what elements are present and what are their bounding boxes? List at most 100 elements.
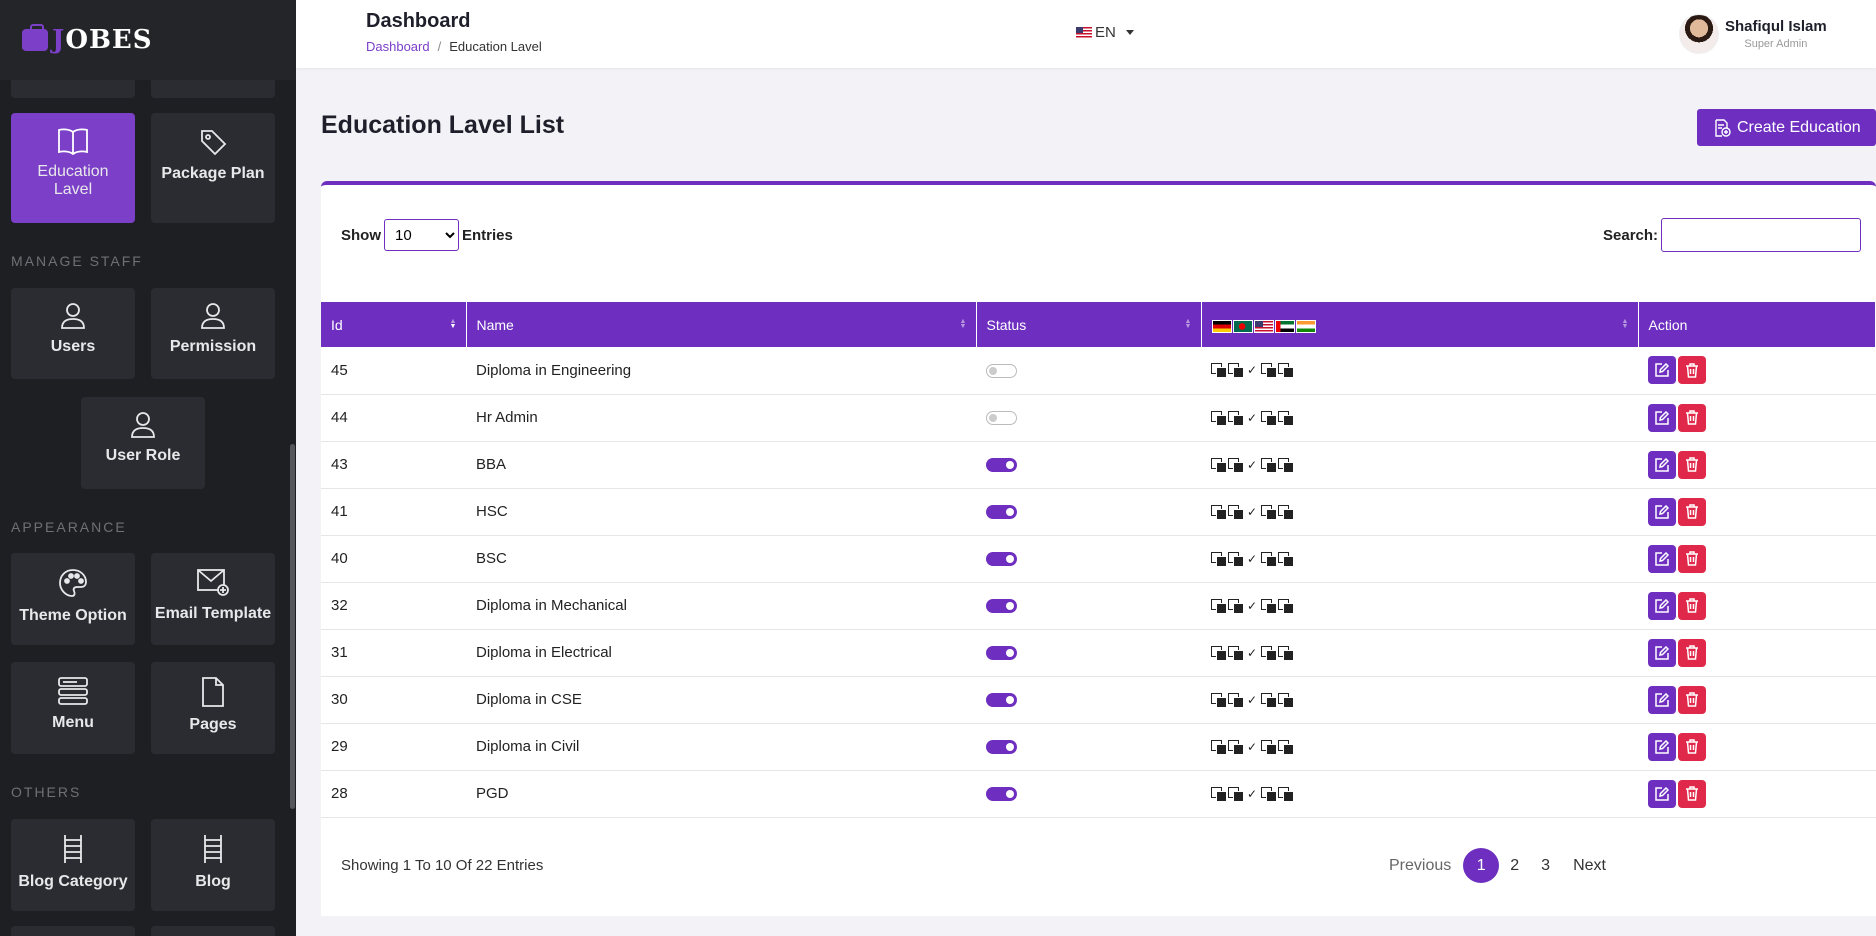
translate-icon[interactable] [1261, 504, 1278, 520]
translate-icon[interactable] [1211, 410, 1227, 426]
logo[interactable]: J OBES [22, 24, 153, 55]
status-toggle[interactable] [986, 740, 1017, 755]
translate-icon[interactable] [1278, 692, 1295, 708]
status-toggle[interactable] [986, 458, 1017, 473]
pagination-page-1[interactable]: 1 [1463, 848, 1500, 883]
column-header-name[interactable]: Name ▲ ▼ [466, 302, 977, 347]
translate-icon[interactable] [1261, 410, 1278, 426]
translate-icon[interactable] [1211, 692, 1227, 708]
delete-button[interactable] [1678, 450, 1706, 479]
edit-button[interactable] [1648, 356, 1676, 385]
translate-icon[interactable] [1228, 457, 1244, 473]
delete-button[interactable] [1678, 779, 1706, 808]
translate-icon[interactable] [1211, 504, 1227, 520]
delete-button[interactable] [1678, 544, 1706, 573]
edit-button[interactable] [1648, 638, 1676, 667]
translate-icon[interactable] [1278, 551, 1295, 567]
translate-icon[interactable] [1278, 363, 1295, 379]
translate-icon[interactable] [1228, 739, 1244, 755]
translate-icon[interactable] [1278, 739, 1295, 755]
translate-icon[interactable] [1261, 739, 1278, 755]
translate-icon[interactable] [1211, 739, 1227, 755]
translate-icon[interactable] [1261, 363, 1278, 379]
translate-icon[interactable] [1211, 551, 1227, 567]
translate-icon[interactable] [1211, 457, 1227, 473]
translate-icon[interactable] [1228, 692, 1244, 708]
sidebar-item-blog-category[interactable]: Blog Category [11, 819, 135, 911]
sidebar-tile-partial[interactable] [151, 80, 275, 98]
user-menu[interactable]: Shafiqul Islam Super Admin [1679, 14, 1827, 54]
edit-button[interactable] [1648, 497, 1676, 526]
edit-button[interactable] [1648, 544, 1676, 573]
delete-button[interactable] [1678, 497, 1706, 526]
search-input[interactable] [1661, 218, 1862, 252]
status-toggle[interactable] [986, 787, 1017, 802]
avatar[interactable] [1679, 14, 1719, 54]
translate-icon[interactable] [1228, 598, 1244, 614]
edit-button[interactable] [1648, 450, 1676, 479]
translate-icon[interactable] [1211, 786, 1227, 802]
sidebar-tile-partial[interactable] [11, 80, 135, 98]
sidebar-tile-partial[interactable] [11, 926, 135, 936]
status-toggle[interactable] [986, 363, 1017, 378]
sidebar-item-email-template[interactable]: Email Template [151, 553, 275, 645]
status-toggle[interactable] [986, 693, 1017, 708]
delete-button[interactable] [1678, 638, 1706, 667]
translate-icon[interactable] [1261, 786, 1278, 802]
translate-icon[interactable] [1261, 645, 1278, 661]
pagination-page-2[interactable]: 2 [1510, 857, 1519, 875]
sidebar-item-package-plan[interactable]: Package Plan [151, 113, 275, 223]
translate-icon[interactable] [1211, 363, 1227, 379]
status-toggle[interactable] [986, 646, 1017, 661]
translate-icon[interactable] [1228, 504, 1244, 520]
sidebar-item-education-lavel[interactable]: Education Lavel [11, 113, 135, 223]
breadcrumb-home-link[interactable]: Dashboard [366, 39, 430, 54]
column-header-id[interactable]: Id ▲ ▼ [321, 302, 467, 347]
sidebar-item-pages[interactable]: Pages [151, 662, 275, 754]
translate-icon[interactable] [1261, 551, 1278, 567]
sidebar-scrollbar[interactable] [290, 444, 295, 809]
create-education-button[interactable]: Create Education [1697, 109, 1876, 146]
translate-icon[interactable] [1278, 598, 1295, 614]
sidebar-item-blog[interactable]: Blog [151, 819, 275, 911]
translate-icon[interactable] [1228, 363, 1244, 379]
translate-icon[interactable] [1211, 598, 1227, 614]
delete-button[interactable] [1678, 403, 1706, 432]
translate-icon[interactable] [1261, 692, 1278, 708]
translate-icon[interactable] [1278, 504, 1295, 520]
sidebar-item-permission[interactable]: Permission [151, 288, 275, 379]
delete-button[interactable] [1678, 685, 1706, 714]
edit-button[interactable] [1648, 403, 1676, 432]
sidebar-item-theme-option[interactable]: Theme Option [11, 553, 135, 645]
translate-icon[interactable] [1228, 786, 1244, 802]
pagination-next[interactable]: Next [1573, 857, 1606, 875]
status-toggle[interactable] [986, 411, 1017, 426]
translate-icon[interactable] [1278, 410, 1295, 426]
edit-button[interactable] [1648, 591, 1676, 620]
translate-icon[interactable] [1228, 410, 1244, 426]
edit-button[interactable] [1648, 732, 1676, 761]
edit-button[interactable] [1648, 685, 1676, 714]
sidebar-item-menu[interactable]: Menu [11, 662, 135, 754]
language-selector[interactable]: EN [1076, 24, 1134, 41]
status-toggle[interactable] [986, 599, 1017, 614]
column-header-status[interactable]: Status ▲ ▼ [976, 302, 1202, 347]
translate-icon[interactable] [1261, 457, 1278, 473]
sidebar-tile-partial[interactable] [151, 926, 275, 936]
translate-icon[interactable] [1228, 551, 1244, 567]
translate-icon[interactable] [1211, 645, 1227, 661]
pagination-previous[interactable]: Previous [1389, 857, 1451, 875]
translate-icon[interactable] [1278, 645, 1295, 661]
sidebar-item-user-role[interactable]: User Role [81, 397, 205, 489]
column-header-languages[interactable]: ▲ ▼ [1201, 302, 1639, 347]
delete-button[interactable] [1678, 591, 1706, 620]
delete-button[interactable] [1678, 732, 1706, 761]
status-toggle[interactable] [986, 552, 1017, 567]
page-size-select[interactable]: 10 [384, 219, 459, 251]
translate-icon[interactable] [1278, 786, 1295, 802]
edit-button[interactable] [1648, 779, 1676, 808]
delete-button[interactable] [1678, 356, 1706, 385]
translate-icon[interactable] [1228, 645, 1244, 661]
translate-icon[interactable] [1278, 457, 1295, 473]
translate-icon[interactable] [1261, 598, 1278, 614]
